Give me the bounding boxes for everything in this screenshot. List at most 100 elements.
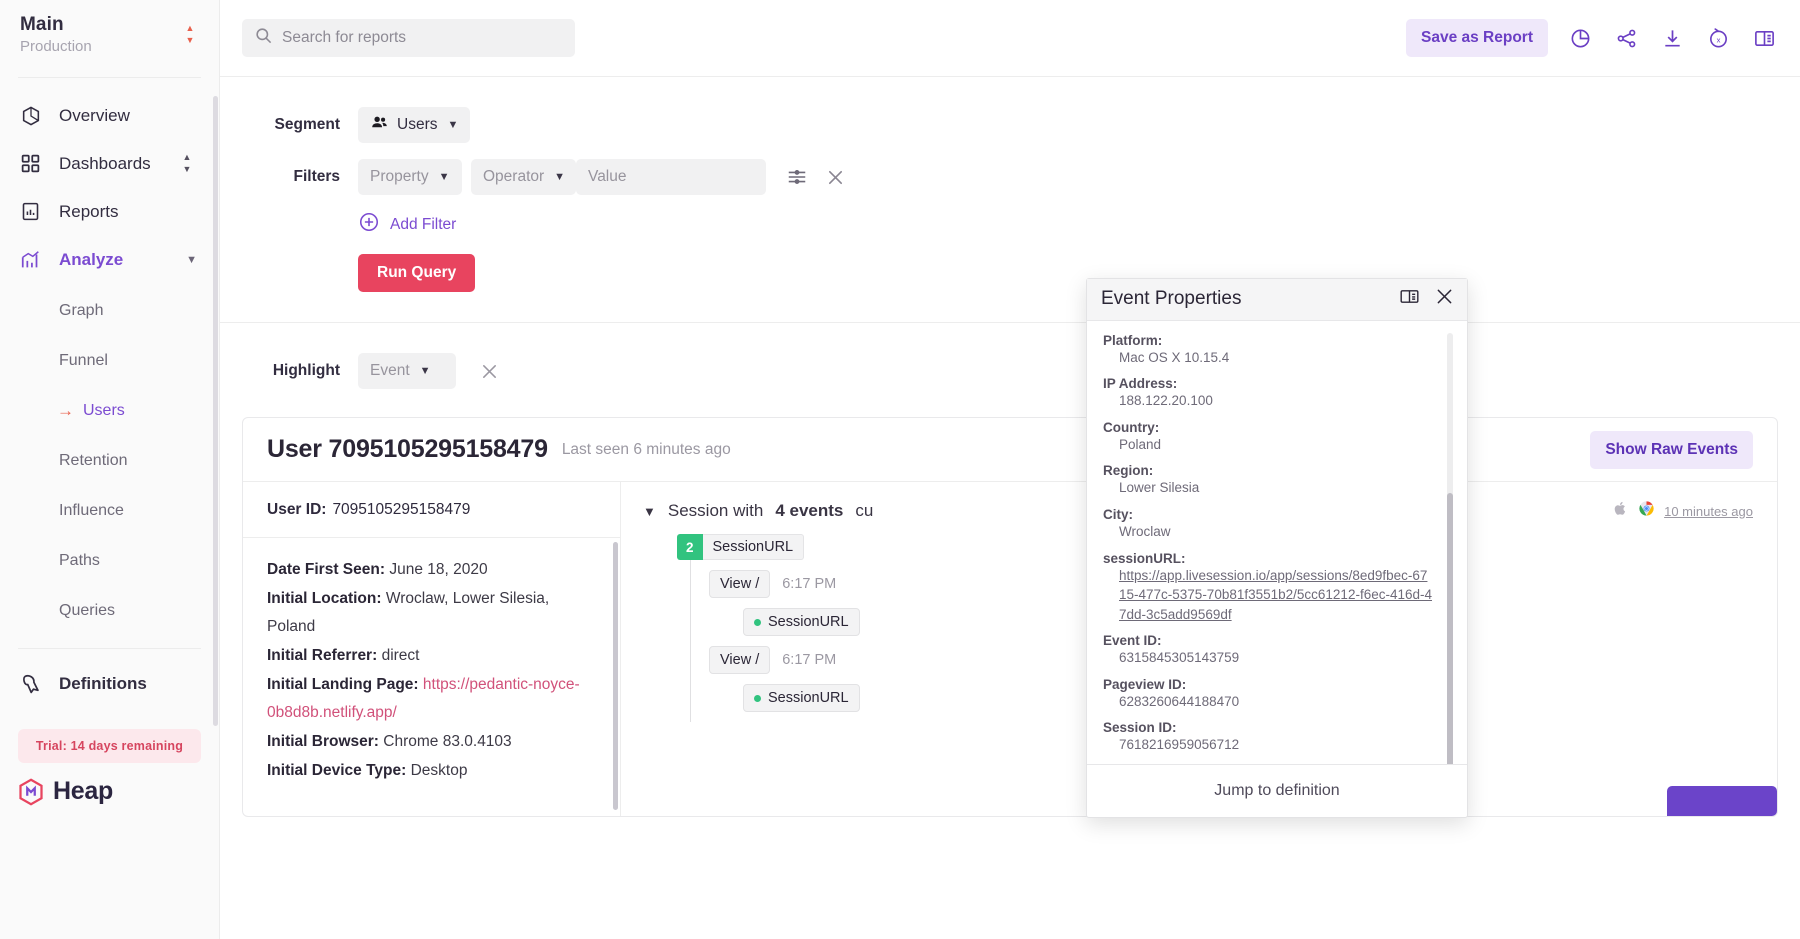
sidebar-divider-bottom	[18, 648, 201, 649]
split-view-icon[interactable]	[1399, 286, 1420, 312]
filter-group-icon[interactable]	[784, 164, 810, 190]
filter-operator-select[interactable]: Operator ▼	[471, 159, 576, 195]
remove-filter-icon[interactable]	[822, 164, 848, 190]
revert-icon[interactable]: x	[1704, 24, 1732, 52]
property-key: Region:	[1103, 463, 1433, 478]
sidebar-item-reports[interactable]: Reports	[0, 188, 219, 236]
attribute-key: Initial Landing Page:	[267, 676, 419, 693]
session-prefix: Session with	[668, 501, 763, 521]
show-raw-events-button[interactable]: Show Raw Events	[1590, 431, 1753, 469]
user-card-header: User 7095105295158479 Last seen 6 minute…	[243, 418, 1777, 482]
list-item: Initial Referrer: direct	[267, 642, 596, 671]
chevron-down-icon[interactable]: ▼	[186, 254, 197, 266]
status-dot-icon	[754, 695, 761, 702]
event-session-url-label: SessionURL	[768, 614, 849, 630]
sidebar-item-retention[interactable]: Retention	[0, 436, 219, 486]
updown-stack-icon[interactable]: ▲ ▼	[183, 24, 197, 46]
list-item: Session ID: 7618216959056712	[1103, 720, 1467, 755]
page-title: User 7095105295158479	[267, 435, 548, 464]
dashboards-expand-icon[interactable]: ▲ ▼	[181, 153, 193, 174]
list-item: Pageview ID: 6283260644188470	[1103, 677, 1467, 712]
workspace-selector[interactable]: Main Production ▲ ▼	[0, 0, 219, 65]
segment-row: Segment Users ▼	[220, 107, 1800, 143]
session-url-tag[interactable]: 2 SessionURL	[677, 534, 804, 560]
trial-badge: Trial: 14 days remaining	[18, 729, 201, 763]
close-icon[interactable]	[1434, 286, 1455, 312]
pie-chart-icon[interactable]	[1566, 24, 1594, 52]
sidebar-item-users[interactable]: → Users	[0, 386, 219, 436]
heap-logo-icon	[16, 777, 46, 807]
session-suffix: cu	[855, 501, 873, 521]
list-item: Event ID: 6315845305143759	[1103, 633, 1467, 668]
attributes-scrollbar[interactable]	[613, 542, 618, 810]
run-query-button[interactable]: Run Query	[358, 254, 475, 292]
filter-property-select[interactable]: Property ▼	[358, 159, 462, 195]
search-placeholder: Search for reports	[282, 29, 406, 47]
remove-highlight-icon[interactable]	[476, 358, 502, 384]
apple-icon	[1612, 500, 1629, 522]
highlight-value: Event	[370, 362, 410, 380]
sidebar-item-influence[interactable]: Influence	[0, 486, 219, 536]
chevron-down-icon[interactable]: ▼	[643, 504, 656, 519]
brand-name: Heap	[53, 777, 113, 806]
add-filter-button[interactable]: Add Filter	[358, 211, 456, 238]
cursor-icon	[20, 672, 50, 695]
sidebar-item-label: Overview	[59, 106, 130, 126]
session-time-ago[interactable]: 10 minutes ago	[1664, 504, 1753, 519]
event-properties-body[interactable]: Platform: Mac OS X 10.15.4 IP Address: 1…	[1087, 321, 1467, 764]
highlight-event-select[interactable]: Event ▼	[358, 353, 456, 389]
sidebar-subitem-label: Users	[83, 402, 125, 420]
event-properties-scrollbar[interactable]	[1447, 493, 1453, 764]
sidebar-item-overview[interactable]: Overview	[0, 92, 219, 140]
download-icon[interactable]	[1658, 24, 1686, 52]
save-as-report-button[interactable]: Save as Report	[1406, 19, 1548, 57]
session-url-link[interactable]: https://app.livesession.io/app/sessions/…	[1119, 568, 1432, 622]
run-query-row: Run Query	[220, 254, 1800, 292]
search-input[interactable]: Search for reports	[242, 19, 575, 57]
sidebar-scrollbar[interactable]	[213, 96, 218, 726]
user-id-label: User ID:	[267, 501, 326, 519]
jump-to-definition-link[interactable]: Jump to definition	[1214, 782, 1339, 800]
share-icon[interactable]	[1612, 24, 1640, 52]
attribute-value: direct	[382, 647, 420, 664]
segment-label: Segment	[242, 116, 340, 134]
sidebar-item-definitions[interactable]: Definitions	[0, 661, 219, 707]
workspace-name: Main	[20, 14, 199, 36]
sidebar-item-paths[interactable]: Paths	[0, 536, 219, 586]
query-builder-spacer	[220, 292, 1800, 322]
filter-value-input[interactable]	[576, 159, 766, 195]
arrow-right-icon: →	[57, 402, 74, 419]
event-properties-actions	[1399, 286, 1455, 312]
property-key: IP Address:	[1103, 376, 1433, 391]
sidebar-item-label: Analyze	[59, 250, 123, 270]
sidebar-item-analyze[interactable]: Analyze ▼	[0, 236, 219, 284]
property-key: City:	[1103, 507, 1433, 522]
user-id-row: User ID: 7095105295158479	[243, 482, 620, 538]
event-session-url-label: SessionURL	[768, 690, 849, 706]
event-session-url-chip[interactable]: SessionURL	[743, 608, 860, 636]
query-builder: Segment Users ▼ Filters Pro	[220, 77, 1800, 323]
event-properties-panel: Event Properties Platf	[1086, 278, 1468, 818]
status-dot-icon	[754, 619, 761, 626]
chevron-down-icon: ▼	[447, 119, 458, 131]
event-session-url-chip[interactable]: SessionURL	[743, 684, 860, 712]
attribute-key: Initial Location:	[267, 590, 382, 607]
sidebar-item-funnel[interactable]: Funnel	[0, 336, 219, 386]
list-item: Initial Landing Page: https://pedantic-n…	[267, 671, 596, 728]
property-value: 6315845305143759	[1103, 648, 1433, 668]
event-name-chip[interactable]: View /	[709, 570, 770, 598]
user-card-body: User ID: 7095105295158479 Date First See…	[243, 482, 1777, 817]
sidebar-item-queries[interactable]: Queries	[0, 586, 219, 636]
user-attributes-list: Date First Seen: June 18, 2020 Initial L…	[243, 538, 620, 785]
book-icon[interactable]	[1750, 24, 1778, 52]
sidebar-item-graph[interactable]: Graph	[0, 286, 219, 336]
property-value: Poland	[1103, 435, 1433, 455]
user-card: User 7095105295158479 Last seen 6 minute…	[242, 417, 1778, 817]
primary-action-button[interactable]	[1667, 786, 1777, 817]
add-filter-row: Add Filter	[220, 211, 1800, 238]
sidebar-subitem-label: Paths	[59, 552, 100, 570]
event-name-chip[interactable]: View /	[709, 646, 770, 674]
list-item: Initial Device Type: Desktop	[267, 757, 596, 786]
segment-selector[interactable]: Users ▼	[358, 107, 470, 143]
sidebar-item-dashboards[interactable]: Dashboards ▲ ▼	[0, 140, 219, 188]
